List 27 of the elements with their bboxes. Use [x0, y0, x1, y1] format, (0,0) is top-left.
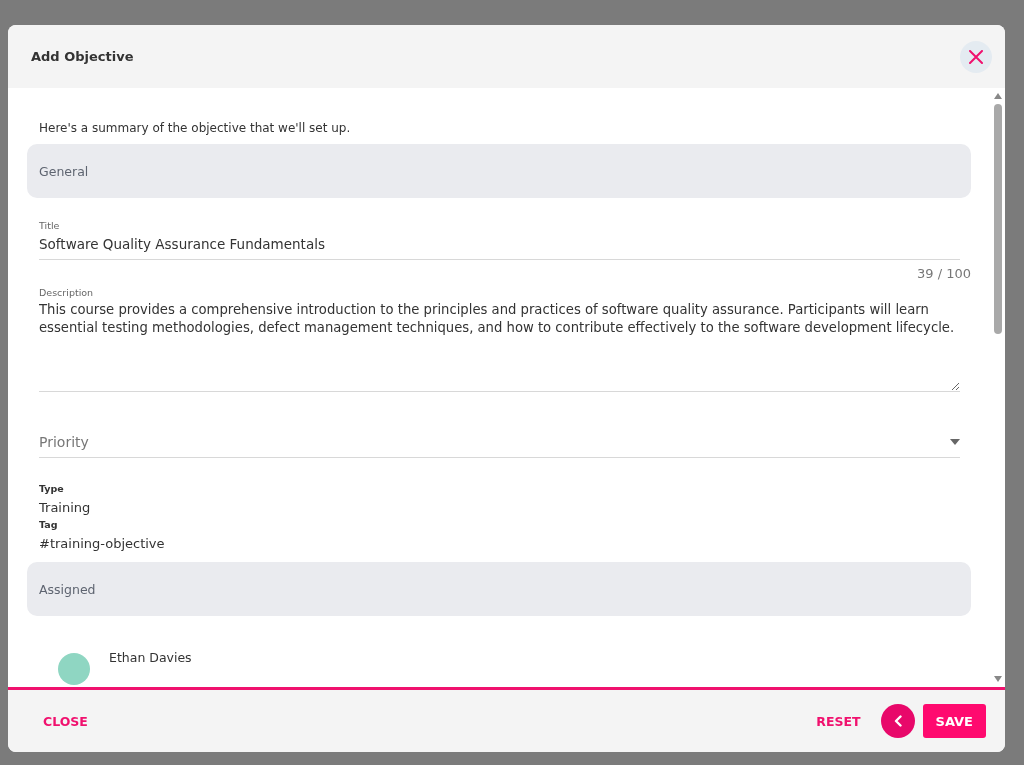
close-icon [969, 49, 983, 64]
tag-value: #training-objective [39, 536, 165, 551]
tag-label: Tag [39, 518, 58, 532]
reset-button[interactable]: RESET [806, 705, 871, 737]
close-button[interactable] [960, 40, 992, 73]
scroll-up-icon[interactable] [993, 93, 1002, 99]
dialog-title: Add Objective [31, 49, 134, 64]
title-field[interactable]: Software Quality Assurance Fundamentals [39, 231, 960, 260]
avatar [58, 653, 90, 685]
dropdown-caret-icon [950, 439, 960, 445]
type-label: Type [39, 482, 64, 496]
field-label: Description [39, 287, 95, 298]
chevron-left-icon [893, 715, 902, 727]
save-button[interactable]: SAVE [922, 704, 986, 738]
section-title: General [39, 163, 89, 179]
character-counter: 39 / 100 [916, 266, 971, 281]
type-value: Training [39, 500, 91, 515]
intro-text: Here's a summary of the objective that we'll set up. [39, 121, 351, 135]
section-title: Assigned [39, 581, 96, 597]
assignee-name: Ethan Davies [109, 650, 192, 665]
field-label: Title [39, 220, 61, 231]
scroll-down-icon[interactable] [993, 676, 1002, 682]
description-field[interactable]: This course provides a comprehensive introduction to the principles and practices of software quality assurance. Participants will learn essential testing methodologies, defect management techniques, and how to contribute effectively to the software development lifecycle. [39, 298, 960, 392]
scrollbar-thumb[interactable] [993, 104, 1002, 334]
back-button[interactable] [880, 704, 915, 738]
priority-select[interactable]: Priority [39, 430, 960, 458]
close-button[interactable]: CLOSE [33, 705, 98, 737]
